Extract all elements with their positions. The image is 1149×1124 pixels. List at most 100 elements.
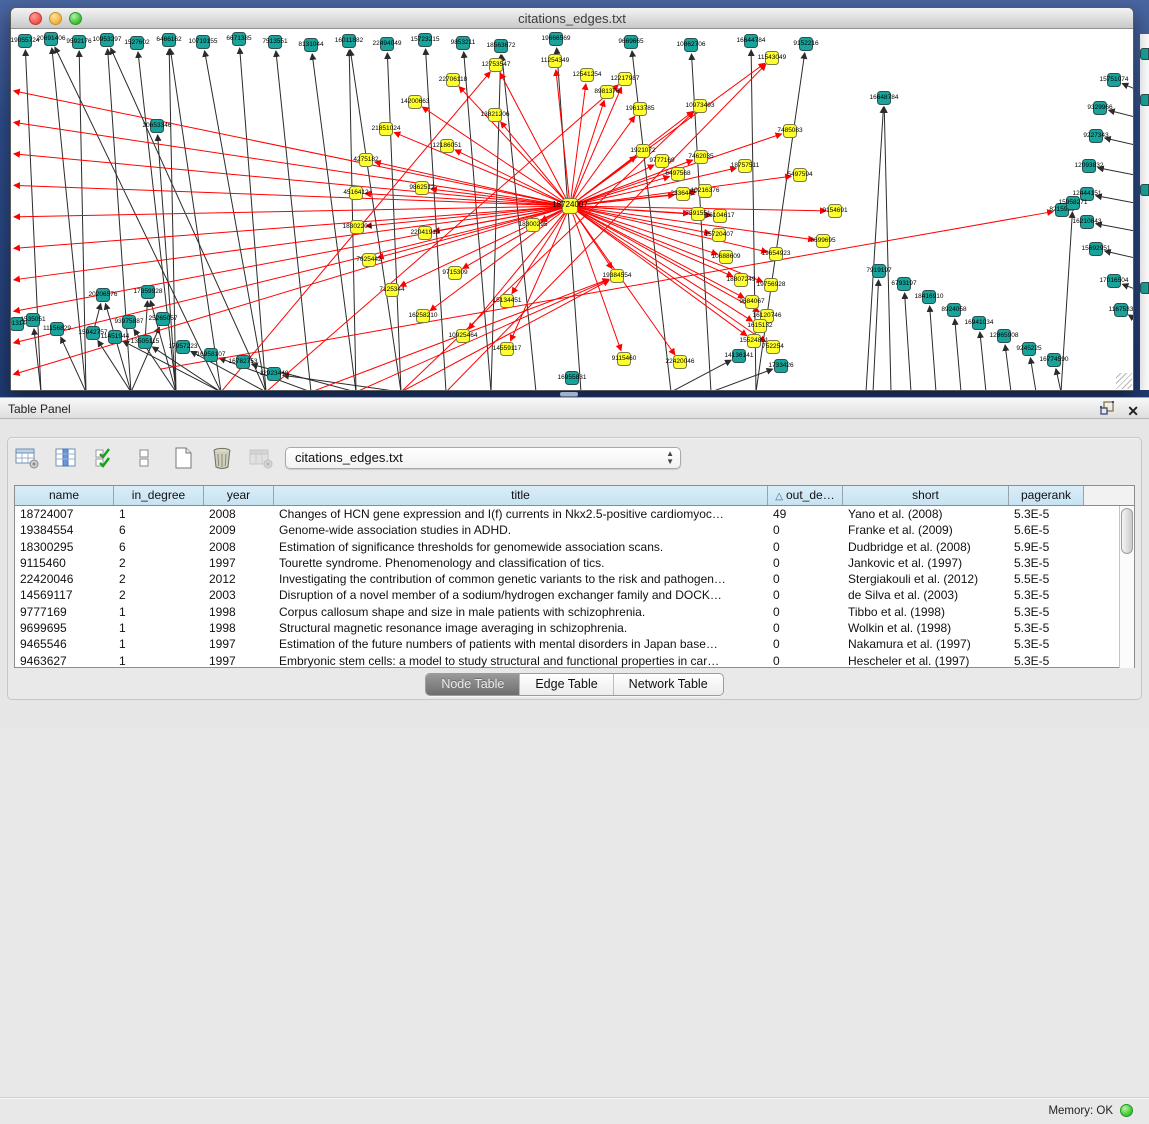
- table-cell[interactable]: 9463627: [15, 653, 114, 669]
- table-cell[interactable]: 2: [114, 571, 204, 587]
- table-row[interactable]: 2242004622012Investigating the contribut…: [15, 571, 1134, 587]
- table-cell[interactable]: 19384554: [15, 522, 114, 538]
- table-cell[interactable]: 0: [768, 539, 843, 555]
- citation-edge-black[interactable]: [240, 48, 266, 390]
- table-cell[interactable]: Jankovic et al. (1997): [843, 555, 1009, 571]
- tab-edge-table[interactable]: Edge Table: [519, 674, 612, 695]
- citation-edge-black[interactable]: [1030, 358, 1036, 390]
- table-cell[interactable]: 0: [768, 571, 843, 587]
- citation-edge-black[interactable]: [1056, 369, 1061, 390]
- table-cell[interactable]: 1: [114, 636, 204, 652]
- table-cell[interactable]: 1998: [204, 620, 274, 636]
- column-header-year[interactable]: year: [204, 486, 274, 505]
- table-row[interactable]: 1938455462009Genome-wide association stu…: [15, 522, 1134, 538]
- table-cell[interactable]: 0: [768, 522, 843, 538]
- vertical-scrollbar[interactable]: [1119, 506, 1134, 668]
- table-cell[interactable]: Estimation of the future numbers of pati…: [274, 636, 768, 652]
- table-row[interactable]: 946362711997Embryonic stem cells: a mode…: [15, 653, 1134, 669]
- citation-edge-black[interactable]: [930, 306, 936, 390]
- citation-edge-black[interactable]: [1105, 251, 1133, 258]
- table-cell[interactable]: 1997: [204, 653, 274, 669]
- delete-column-trash-button[interactable]: [209, 446, 235, 470]
- citation-edge-black[interactable]: [980, 332, 986, 390]
- column-header-in_degree[interactable]: in_degree: [114, 486, 204, 505]
- table-cell[interactable]: 1: [114, 653, 204, 669]
- table-cell[interactable]: 2012: [204, 571, 274, 587]
- table-cell[interactable]: Investigating the contribution of common…: [274, 571, 768, 587]
- citation-edge-red[interactable]: [14, 154, 570, 206]
- table-cell[interactable]: 5.3E-5: [1009, 555, 1084, 571]
- table-cell[interactable]: Genome-wide association studies in ADHD.: [274, 522, 768, 538]
- table-cell[interactable]: 18300295: [15, 539, 114, 555]
- unselect-all-columns-button[interactable]: [131, 446, 157, 470]
- table-cell[interactable]: 5.6E-5: [1009, 522, 1084, 538]
- table-cell[interactable]: 0: [768, 636, 843, 652]
- table-row[interactable]: 911546021997Tourette syndrome. Phenomeno…: [15, 555, 1134, 571]
- column-header-name[interactable]: name: [15, 486, 114, 505]
- table-cell[interactable]: Tibbo et al. (1998): [843, 604, 1009, 620]
- citation-edge-black[interactable]: [79, 51, 86, 390]
- table-cell[interactable]: 5.3E-5: [1009, 653, 1084, 669]
- show-column-button[interactable]: [53, 446, 79, 470]
- citation-edge-black[interactable]: [387, 53, 401, 390]
- table-cell[interactable]: 1: [114, 620, 204, 636]
- table-row[interactable]: 969969511998Structural magnetic resonanc…: [15, 620, 1134, 636]
- network-canvas[interactable]: 1905572420691406959217610953297152760264…: [11, 29, 1133, 390]
- table-cell[interactable]: Changes of HCN gene expression and I(f) …: [274, 506, 768, 522]
- citation-edge-red[interactable]: [14, 206, 570, 248]
- citation-edge-red[interactable]: [570, 63, 765, 206]
- window-resize-grip[interactable]: [1116, 373, 1132, 389]
- citation-edge-red[interactable]: [14, 122, 570, 206]
- table-mode-button[interactable]: [14, 446, 40, 470]
- citation-edge-black[interactable]: [632, 51, 671, 390]
- citation-edge-black[interactable]: [884, 107, 891, 390]
- citation-edge-black[interactable]: [873, 280, 879, 390]
- float-panel-icon[interactable]: [1100, 401, 1115, 420]
- citation-edge-black[interactable]: [1122, 284, 1133, 289]
- citation-edge-black[interactable]: [349, 50, 356, 390]
- table-cell[interactable]: 49: [768, 506, 843, 522]
- table-cell[interactable]: Nakamura et al. (1997): [843, 636, 1009, 652]
- table-cell[interactable]: 2: [114, 555, 204, 571]
- citation-edge-black[interactable]: [1129, 315, 1133, 319]
- table-cell[interactable]: 9699695: [15, 620, 114, 636]
- citation-edge-black[interactable]: [1061, 212, 1072, 390]
- table-cell[interactable]: Tourette syndrome. Phenomenology and cla…: [274, 555, 768, 571]
- citation-edge-black[interactable]: [1105, 138, 1133, 145]
- table-cell[interactable]: 18724007: [15, 506, 114, 522]
- citation-edge-black[interactable]: [350, 50, 401, 390]
- table-cell[interactable]: 6: [114, 522, 204, 538]
- table-cell[interactable]: 9777169: [15, 604, 114, 620]
- table-row[interactable]: 1830029562008Estimation of significance …: [15, 539, 1134, 555]
- close-panel-icon[interactable]: ✕: [1127, 404, 1139, 418]
- scrollbar-thumb[interactable]: [1121, 508, 1133, 554]
- table-cell[interactable]: 5.3E-5: [1009, 587, 1084, 603]
- panel-splitter-handle[interactable]: [560, 392, 578, 396]
- table-cell[interactable]: 22420046: [15, 571, 114, 587]
- citation-edge-black[interactable]: [1122, 84, 1133, 89]
- new-column-button[interactable]: [170, 446, 196, 470]
- table-row[interactable]: 946554611997Estimation of the future num…: [15, 636, 1134, 652]
- table-cell[interactable]: Hescheler et al. (1997): [843, 653, 1009, 669]
- citation-edge-black[interactable]: [61, 337, 86, 390]
- table-row[interactable]: 1872400712008Changes of HCN gene express…: [15, 506, 1134, 522]
- table-cell[interactable]: 14569117: [15, 587, 114, 603]
- table-cell[interactable]: 1997: [204, 636, 274, 652]
- column-header-short[interactable]: short: [843, 486, 1009, 505]
- table-cell[interactable]: 9465546: [15, 636, 114, 652]
- table-cell[interactable]: 5.3E-5: [1009, 636, 1084, 652]
- table-cell[interactable]: 1: [114, 604, 204, 620]
- table-cell[interactable]: 1997: [204, 555, 274, 571]
- table-cell[interactable]: 2: [114, 587, 204, 603]
- table-cell[interactable]: 5.3E-5: [1009, 604, 1084, 620]
- table-cell[interactable]: 6: [114, 539, 204, 555]
- table-cell[interactable]: 2009: [204, 522, 274, 538]
- citation-edge-black[interactable]: [312, 54, 356, 390]
- table-cell[interactable]: Dudbridge et al. (2008): [843, 539, 1009, 555]
- citation-edge-black[interactable]: [557, 48, 581, 390]
- citation-edge-red[interactable]: [14, 206, 570, 343]
- table-cell[interactable]: Franke et al. (2009): [843, 522, 1009, 538]
- table-cell[interactable]: Wolkin et al. (1998): [843, 620, 1009, 636]
- table-cell[interactable]: 1: [114, 506, 204, 522]
- table-cell[interactable]: 0: [768, 587, 843, 603]
